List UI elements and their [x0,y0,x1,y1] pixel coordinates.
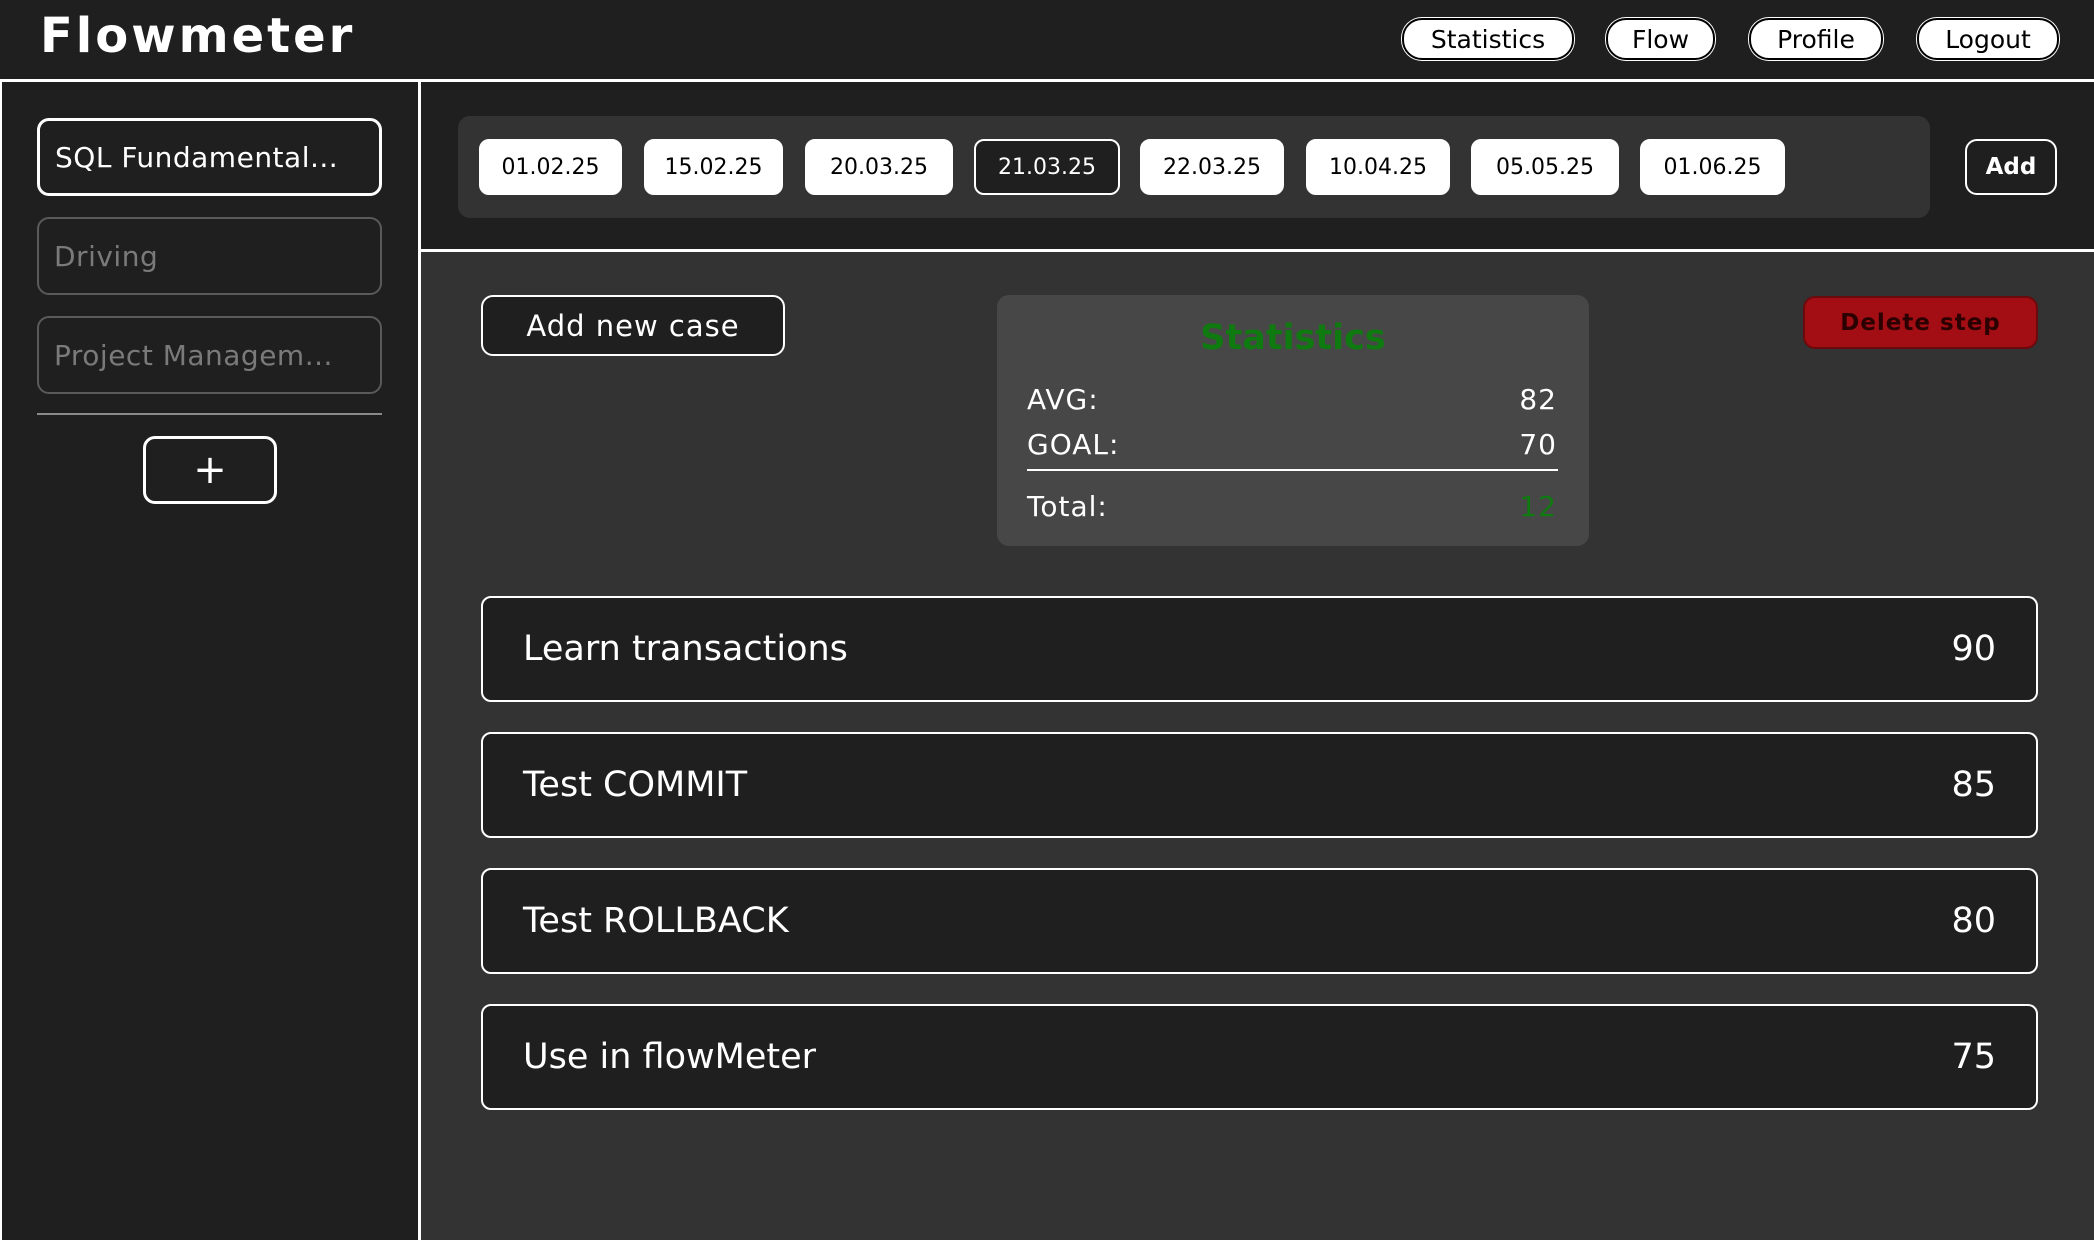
step-row[interactable]: Use in flowMeter 75 [481,1004,2038,1110]
nav-flow-button[interactable]: Flow [1606,18,1715,60]
step-row[interactable]: Test ROLLBACK 80 [481,868,2038,974]
stat-goal-label: GOAL: [1027,428,1120,461]
date-tab[interactable]: 01.06.25 [1640,139,1785,195]
step-name: Use in flowMeter [523,1037,817,1077]
add-course-button[interactable]: + [143,436,277,504]
step-score: 75 [1951,1037,1996,1077]
stats-divider [1027,469,1558,471]
stat-avg-label: AVG: [1027,383,1099,416]
date-tab[interactable]: 15.02.25 [644,139,783,195]
step-row[interactable]: Test COMMIT 85 [481,732,2038,838]
sidebar-divider [37,413,382,415]
app-logo: Flowmeter [40,8,356,64]
stat-avg-value: 82 [1519,383,1557,416]
sidebar-item-sql-fundamentals[interactable]: SQL Fundamental... [37,118,382,196]
delete-step-button[interactable]: Delete step [1803,296,2038,349]
add-new-case-button[interactable]: Add new case [481,295,785,356]
date-tab[interactable]: 01.02.25 [479,139,622,195]
date-tab[interactable]: 20.03.25 [805,139,953,195]
nav-profile-button[interactable]: Profile [1749,18,1883,60]
step-name: Test COMMIT [523,765,748,805]
step-score: 80 [1951,901,1996,941]
stat-total-label: Total: [1027,490,1108,523]
stat-total-value: 12 [1519,490,1557,523]
step-name: Learn transactions [523,629,848,669]
stat-goal-value: 70 [1519,428,1557,461]
sidebar-item-project-management[interactable]: Project Managem... [37,316,382,394]
top-header: Flowmeter Statistics Flow Profile Logout [0,0,2094,79]
date-tab[interactable]: 10.04.25 [1306,139,1450,195]
statistics-title: Statistics [1200,318,1386,358]
sidebar-item-driving[interactable]: Driving [37,217,382,295]
date-tab[interactable]: 22.03.25 [1140,139,1284,195]
nav-logout-button[interactable]: Logout [1917,18,2059,60]
nav-statistics-button[interactable]: Statistics [1402,18,1574,60]
step-name: Test ROLLBACK [523,901,789,941]
step-score: 90 [1951,629,1996,669]
add-date-button[interactable]: Add [1965,139,2057,195]
date-tab[interactable]: 05.05.25 [1471,139,1619,195]
step-row[interactable]: Learn transactions 90 [481,596,2038,702]
step-score: 85 [1951,765,1996,805]
app-root: Flowmeter Statistics Flow Profile Logout… [0,0,2094,1240]
date-tab-selected[interactable]: 21.03.25 [974,139,1120,195]
